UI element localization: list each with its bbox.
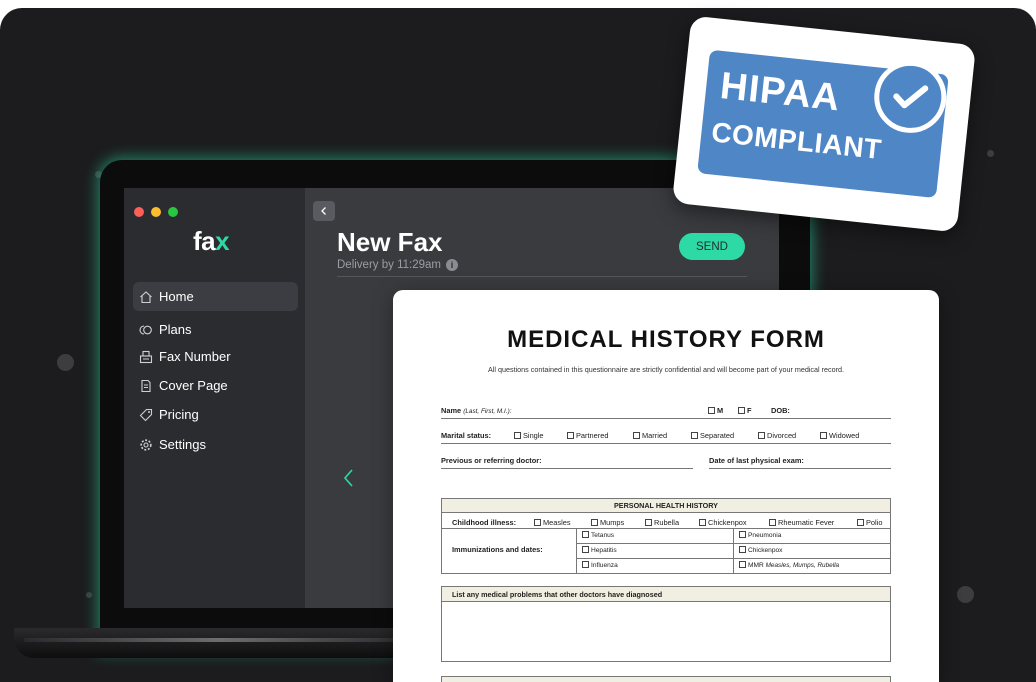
info-icon[interactable]: i [445, 259, 458, 271]
hipaa-badge: HIPAA COMPLIANT [671, 15, 977, 233]
sidebar-item-fax-number[interactable]: Fax Number [133, 342, 298, 371]
exam-label: Date of last physical exam: [709, 456, 804, 465]
plans-icon [138, 322, 153, 337]
hipaa-badge-panel: HIPAA COMPLIANT [697, 49, 950, 199]
sidebar-item-label: Settings [159, 437, 206, 452]
marital-label: Marital status: [441, 431, 492, 440]
zoom-window-button[interactable] [168, 207, 178, 217]
personal-health-table: PERSONAL HEALTH HISTORY Childhood illnes… [441, 498, 891, 574]
marital-option: Widowed [820, 431, 859, 440]
laptop-base [14, 628, 424, 658]
marital-option: Separated [691, 431, 734, 440]
previous-page-icon[interactable] [342, 466, 356, 490]
sidebar-item-cover-page[interactable]: Cover Page [133, 371, 298, 400]
table-line [442, 528, 890, 529]
decor-dot [957, 586, 974, 603]
childhood-label: Childhood illness: [452, 518, 517, 527]
delivery-text: Delivery by 11:29am [337, 259, 441, 271]
immunization-option: Chickenpox [739, 546, 782, 554]
document-icon [138, 378, 153, 393]
form-line [709, 468, 891, 469]
name-label: Name (Last, First, M.I.): [441, 406, 512, 415]
sidebar-item-label: Home [159, 289, 194, 304]
sex-f-option: F [738, 406, 752, 415]
immunization-option: Influenza [582, 561, 618, 569]
badge-line-1: HIPAA [718, 65, 843, 120]
form-line [441, 468, 693, 469]
decor-dot [86, 592, 92, 598]
marital-option: Partnered [567, 431, 608, 440]
sidebar: fax Home Plans Fax Number Cover Page Pri… [124, 188, 305, 608]
doctor-label: Previous or referring doctor: [441, 456, 542, 465]
dob-label: DOB: [771, 406, 790, 415]
delivery-estimate: Delivery by 11:29am i [337, 259, 458, 271]
immunization-option: Pneumonia [739, 531, 781, 539]
immunizations-label: Immunizations and dates: [452, 545, 543, 554]
childhood-option: Polio [857, 518, 882, 527]
table-header: PERSONAL HEALTH HISTORY [442, 499, 890, 513]
childhood-option: Rubella [645, 518, 679, 527]
form-line [441, 443, 891, 444]
table-header [442, 677, 890, 682]
back-button[interactable] [313, 201, 335, 221]
header-divider [337, 276, 747, 277]
sidebar-item-home[interactable]: Home [133, 282, 298, 311]
document-title: MEDICAL HISTORY FORM [507, 326, 825, 353]
chevron-left-icon [321, 207, 326, 215]
immunization-option: Tetanus [582, 531, 614, 539]
childhood-option: Measles [534, 518, 571, 527]
form-line [441, 418, 891, 419]
checkmark-icon [870, 57, 950, 137]
marital-option: Divorced [758, 431, 796, 440]
sidebar-item-settings[interactable]: Settings [133, 430, 298, 459]
table-header: List any medical problems that other doc… [442, 587, 890, 602]
home-icon [138, 289, 153, 304]
marital-option: Married [633, 431, 667, 440]
next-section-box [441, 676, 891, 682]
minimize-window-button[interactable] [151, 207, 161, 217]
badge-line-2: COMPLIANT [709, 116, 884, 166]
document-intro: All questions contained in this question… [488, 365, 844, 374]
decor-dot [987, 150, 994, 157]
fax-icon [138, 349, 153, 364]
sidebar-item-label: Pricing [159, 407, 199, 422]
sex-m-option: M [708, 406, 723, 415]
gear-icon [138, 437, 153, 452]
sidebar-item-label: Cover Page [159, 378, 228, 393]
medical-problems-box: List any medical problems that other doc… [441, 586, 891, 662]
close-window-button[interactable] [134, 207, 144, 217]
tag-icon [138, 407, 153, 422]
fax-document-preview: MEDICAL HISTORY FORM All questions conta… [393, 290, 939, 682]
immunization-option: MMR Measles, Mumps, Rubella [739, 561, 839, 569]
table-line [576, 558, 890, 559]
sidebar-item-label: Fax Number [159, 349, 231, 364]
childhood-option: Chickenpox [699, 518, 747, 527]
immunization-option: Hepatitis [582, 546, 617, 554]
decor-dot [57, 354, 74, 371]
marital-option: Single [514, 431, 544, 440]
sidebar-item-plans[interactable]: Plans [133, 315, 298, 344]
send-button[interactable]: SEND [679, 233, 745, 260]
page-title: New Fax [337, 227, 443, 257]
table-line [576, 543, 890, 544]
childhood-option: Rheumatic Fever [769, 518, 834, 527]
sidebar-item-label: Plans [159, 322, 192, 337]
childhood-option: Mumps [591, 518, 624, 527]
sidebar-item-pricing[interactable]: Pricing [133, 400, 298, 429]
app-logo: fax [193, 226, 230, 256]
